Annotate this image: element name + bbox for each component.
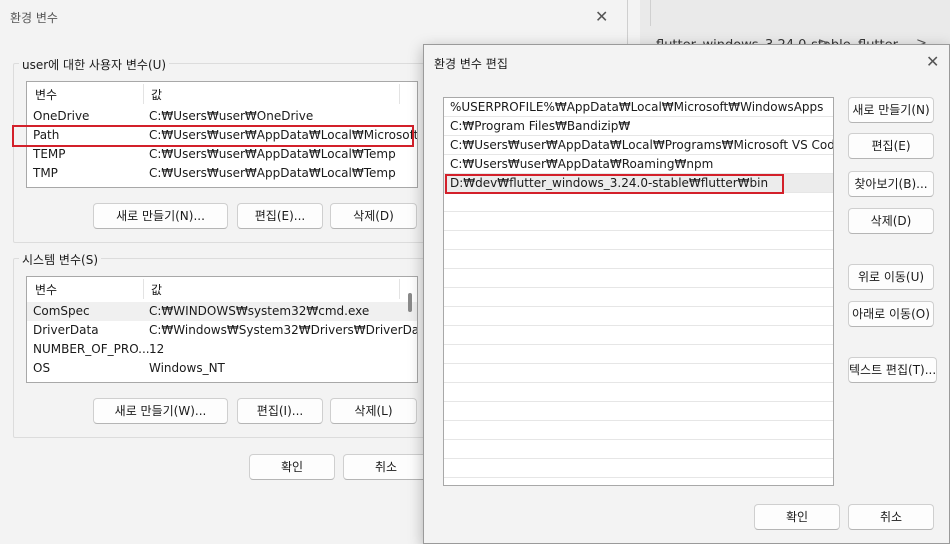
list-item-empty[interactable]: [444, 326, 833, 345]
row-value: C:₩Users₩user₩OneDrive: [149, 109, 314, 123]
list-item-empty[interactable]: [444, 421, 833, 440]
row-variable: OneDrive: [33, 109, 90, 123]
system-edit-button[interactable]: 편집(I)...: [237, 398, 323, 424]
system-delete-button[interactable]: 삭제(L): [330, 398, 417, 424]
browse-button[interactable]: 찾아보기(B)...: [848, 171, 934, 197]
column-header-variable[interactable]: 변수: [35, 281, 57, 298]
row-variable: OS: [33, 361, 51, 375]
list-item-empty[interactable]: [444, 269, 833, 288]
row-value: Windows_NT: [149, 361, 225, 375]
table-row[interactable]: OneDrive C:₩Users₩user₩OneDrive: [27, 107, 417, 126]
list-item-empty[interactable]: [444, 345, 833, 364]
table-row[interactable]: TMP C:₩Users₩user₩AppData₩Local₩Temp: [27, 164, 417, 183]
row-value: C:₩Users₩user₩AppData₩Local₩Temp: [149, 147, 396, 161]
vertical-scrollbar[interactable]: [408, 293, 412, 312]
move-up-button[interactable]: 위로 이동(U): [848, 264, 934, 290]
user-variables-label: user에 대한 사용자 변수(U): [19, 56, 170, 73]
path-entry-text: C:₩Users₩user₩AppData₩Local₩Programs₩Mic…: [450, 138, 834, 152]
list-item-empty[interactable]: [444, 193, 833, 212]
list-header: 변수 값: [27, 82, 417, 106]
list-item-empty[interactable]: [444, 212, 833, 231]
list-item-empty[interactable]: [444, 364, 833, 383]
path-row-highlight-box: [12, 125, 414, 147]
table-row[interactable]: TEMP C:₩Users₩user₩AppData₩Local₩Temp: [27, 145, 417, 164]
row-value: C:₩Windows₩System32₩Drivers₩DriverData: [149, 323, 418, 337]
edit-text-button[interactable]: 텍스트 편집(T)...: [848, 357, 937, 383]
row-value: C:₩Users₩user₩AppData₩Local₩Temp: [149, 166, 396, 180]
edit-environment-variable-dialog: 환경 변수 편집 ✕ %USERPROFILE%₩AppData₩Local₩M…: [423, 44, 950, 544]
list-item[interactable]: C:₩Users₩user₩AppData₩Local₩Programs₩Mic…: [444, 136, 833, 155]
column-divider: [399, 279, 400, 299]
table-row[interactable]: DriverData C:₩Windows₩System32₩Drivers₩D…: [27, 321, 417, 340]
list-header: 변수 값: [27, 277, 417, 301]
close-icon[interactable]: ✕: [926, 54, 939, 70]
row-variable: DriverData: [33, 323, 99, 337]
cancel-button[interactable]: 취소: [343, 454, 429, 480]
ok-button[interactable]: 확인: [754, 504, 840, 530]
column-header-variable[interactable]: 변수: [35, 86, 57, 103]
column-header-value[interactable]: 값: [151, 281, 162, 298]
ok-button[interactable]: 확인: [249, 454, 335, 480]
close-icon[interactable]: ✕: [595, 9, 608, 25]
row-variable: ComSpec: [33, 304, 90, 318]
list-item-empty[interactable]: [444, 402, 833, 421]
row-value: 12: [149, 342, 165, 356]
list-item[interactable]: C:₩Users₩user₩AppData₩Roaming₩npm: [444, 155, 833, 174]
list-item[interactable]: %USERPROFILE%₩AppData₩Local₩Microsoft₩Wi…: [444, 98, 833, 117]
window-divider: [650, 0, 651, 26]
list-item-empty[interactable]: [444, 307, 833, 326]
system-variables-label: 시스템 변수(S): [19, 251, 101, 268]
row-variable: NUMBER_OF_PRO...: [33, 342, 150, 356]
list-item[interactable]: C:₩Program Files₩Bandizip₩: [444, 117, 833, 136]
table-row[interactable]: OS Windows_NT: [27, 359, 417, 378]
edit-path-button[interactable]: 편집(E): [848, 133, 934, 159]
new-path-button[interactable]: 새로 만들기(N): [848, 97, 934, 123]
user-delete-button[interactable]: 삭제(D): [330, 203, 417, 229]
row-variable: TMP: [33, 166, 58, 180]
list-item-empty[interactable]: [444, 231, 833, 250]
cancel-button[interactable]: 취소: [848, 504, 934, 530]
user-edit-button[interactable]: 편집(E)...: [237, 203, 323, 229]
column-divider: [143, 84, 144, 104]
column-header-value[interactable]: 값: [151, 86, 162, 103]
flutter-path-highlight-box: [445, 174, 784, 194]
user-new-button[interactable]: 새로 만들기(N)...: [93, 203, 228, 229]
path-entry-text: C:₩Program Files₩Bandizip₩: [450, 119, 631, 133]
list-item-empty[interactable]: [444, 288, 833, 307]
edit-dialog-title: 환경 변수 편집: [434, 57, 508, 71]
system-new-button[interactable]: 새로 만들기(W)...: [93, 398, 228, 424]
column-divider: [399, 84, 400, 104]
table-row[interactable]: ComSpec C:₩WINDOWS₩system32₩cmd.exe: [27, 302, 417, 321]
column-divider: [143, 279, 144, 299]
list-item-empty[interactable]: [444, 250, 833, 269]
path-entries-list[interactable]: %USERPROFILE%₩AppData₩Local₩Microsoft₩Wi…: [443, 97, 834, 486]
delete-path-button[interactable]: 삭제(D): [848, 208, 934, 234]
row-value: C:₩WINDOWS₩system32₩cmd.exe: [149, 304, 370, 318]
list-item-empty[interactable]: [444, 383, 833, 402]
table-row[interactable]: NUMBER_OF_PRO... 12: [27, 340, 417, 359]
path-entry-text: C:₩Users₩user₩AppData₩Roaming₩npm: [450, 157, 714, 171]
list-item-empty[interactable]: [444, 459, 833, 478]
system-variables-list[interactable]: 변수 값 ComSpec C:₩WINDOWS₩system32₩cmd.exe…: [26, 276, 418, 383]
row-variable: TEMP: [33, 147, 66, 161]
move-down-button[interactable]: 아래로 이동(O): [848, 301, 934, 327]
path-entry-text: %USERPROFILE%₩AppData₩Local₩Microsoft₩Wi…: [450, 100, 824, 114]
list-item-empty[interactable]: [444, 440, 833, 459]
dialog-title: 환경 변수: [10, 11, 58, 25]
